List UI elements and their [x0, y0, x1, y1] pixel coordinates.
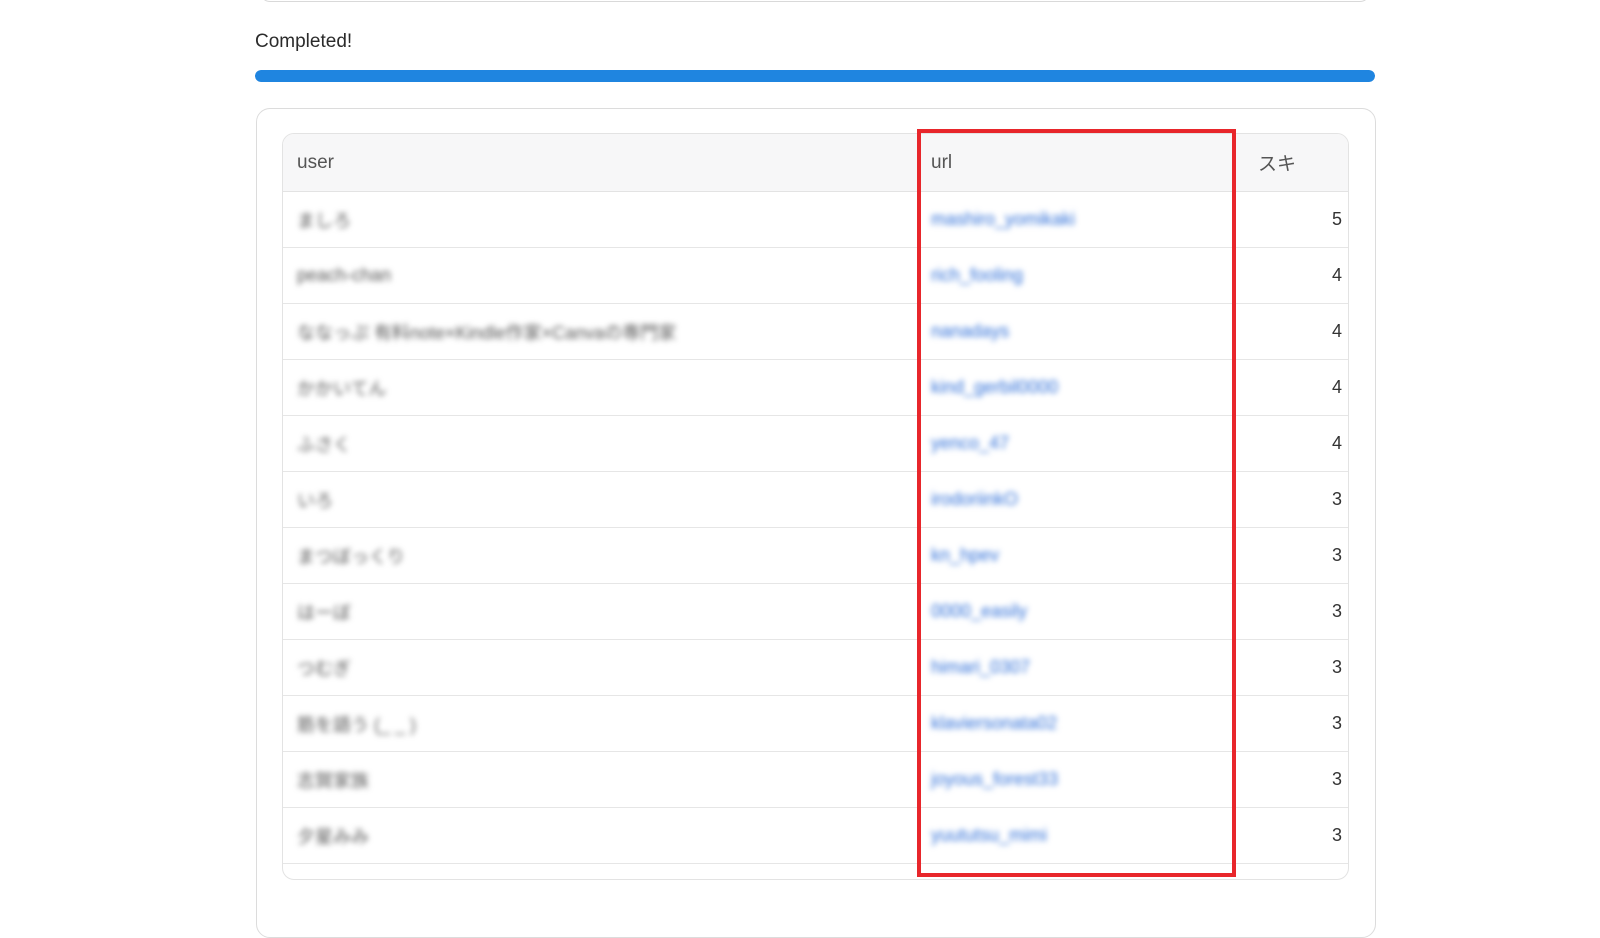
- url-cell: kn_hpev: [917, 527, 1240, 584]
- table-row: ななっぷ 有料note×Kindle作家×Canvaの専門家 nanadays 4: [283, 303, 1348, 360]
- progress-bar-fill: [255, 70, 1375, 82]
- url-cell: himari_0307: [917, 639, 1240, 696]
- user-cell: 夕星みみ: [283, 807, 917, 864]
- table-row: はーぼ 0000_easily 3: [283, 583, 1348, 640]
- ski-count-cell: 3: [1240, 527, 1348, 584]
- user-cell: いろ: [283, 471, 917, 528]
- user-cell: 筋を語う (_ _ ): [283, 695, 917, 752]
- url-link[interactable]: joyous_forest33: [931, 769, 1058, 790]
- ski-count-cell: 3: [1240, 807, 1348, 864]
- user-cell: ななっぷ 有料note×Kindle作家×Canvaの専門家: [283, 303, 917, 360]
- table-row: 夕星みみ yuututsu_mimi 3: [283, 807, 1348, 864]
- ski-count-cell: 3: [1240, 471, 1348, 528]
- url-cell: 0000_easily: [917, 583, 1240, 640]
- ski-count-cell: 3: [1240, 639, 1348, 696]
- ski-count-cell: 4: [1240, 303, 1348, 360]
- url-link[interactable]: irodoriinkO: [931, 489, 1018, 510]
- url-cell: kind_gerbil0000: [917, 359, 1240, 416]
- url-cell: mashiro_yomikaki: [917, 191, 1240, 248]
- ski-count-cell: 3: [1240, 583, 1348, 640]
- ski-count-cell: 4: [1240, 247, 1348, 304]
- user-cell: 志賀家族: [283, 751, 917, 808]
- ski-count-cell: 3: [1240, 695, 1348, 752]
- url-cell: nanadays: [917, 303, 1240, 360]
- url-link[interactable]: nanadays: [931, 321, 1009, 342]
- user-cell: ましろ: [283, 191, 917, 248]
- url-link[interactable]: klaviersonata02: [931, 713, 1057, 734]
- table-body: ましろ mashiro_yomikaki 5 peach-chan rich_fooli…: [283, 191, 1348, 864]
- url-link[interactable]: rich_fooling: [931, 265, 1023, 286]
- table-row: いろ irodoriinkO 3: [283, 471, 1348, 528]
- user-cell: かかいてん: [283, 359, 917, 416]
- url-cell: yuututsu_mimi: [917, 807, 1240, 864]
- status-text: Completed!: [255, 31, 353, 52]
- ski-count-cell: 4: [1240, 359, 1348, 416]
- progress-bar: [255, 70, 1375, 82]
- table-row: ふさく yenco_47 4: [283, 415, 1348, 472]
- url-link[interactable]: kind_gerbil0000: [931, 377, 1058, 398]
- user-cell: つむぎ: [283, 639, 917, 696]
- user-cell: ふさく: [283, 415, 917, 472]
- ski-count-cell: 4: [1240, 415, 1348, 472]
- ski-count-cell: 5: [1240, 191, 1348, 248]
- url-cell: yenco_47: [917, 415, 1240, 472]
- column-header-url[interactable]: url: [917, 134, 1240, 192]
- user-cell: peach-chan: [283, 247, 917, 304]
- url-link[interactable]: yenco_47: [931, 433, 1009, 454]
- user-cell: はーぼ: [283, 583, 917, 640]
- results-table-container: user url スキ ましろ mashiro_yomikaki 5 peach-ch…: [282, 133, 1349, 880]
- previous-panel-frame: [260, 0, 1370, 2]
- table-row: 筋を語う (_ _ ) klaviersonata02 3: [283, 695, 1348, 752]
- url-cell: joyous_forest33: [917, 751, 1240, 808]
- column-header-user[interactable]: user: [283, 134, 917, 192]
- user-cell: まつぼっくり: [283, 527, 917, 584]
- table-row: つむぎ himari_0307 3: [283, 639, 1348, 696]
- url-link[interactable]: yuututsu_mimi: [931, 825, 1047, 846]
- url-link[interactable]: himari_0307: [931, 657, 1030, 678]
- url-cell: rich_fooling: [917, 247, 1240, 304]
- table-row: peach-chan rich_fooling 4: [283, 247, 1348, 304]
- ski-count-cell: 3: [1240, 751, 1348, 808]
- table-row: まつぼっくり kn_hpev 3: [283, 527, 1348, 584]
- table-row: かかいてん kind_gerbil0000 4: [283, 359, 1348, 416]
- table-row: 志賀家族 joyous_forest33 3: [283, 751, 1348, 808]
- url-link[interactable]: 0000_easily: [931, 601, 1027, 622]
- url-link[interactable]: mashiro_yomikaki: [931, 209, 1075, 230]
- table-row: ましろ mashiro_yomikaki 5: [283, 191, 1348, 248]
- url-link[interactable]: kn_hpev: [931, 545, 999, 566]
- table-header-row: user url スキ: [283, 134, 1348, 192]
- column-header-ski[interactable]: スキ: [1240, 134, 1348, 192]
- url-cell: klaviersonata02: [917, 695, 1240, 752]
- results-table: user url スキ ましろ mashiro_yomikaki 5 peach-ch…: [283, 134, 1348, 864]
- url-cell: irodoriinkO: [917, 471, 1240, 528]
